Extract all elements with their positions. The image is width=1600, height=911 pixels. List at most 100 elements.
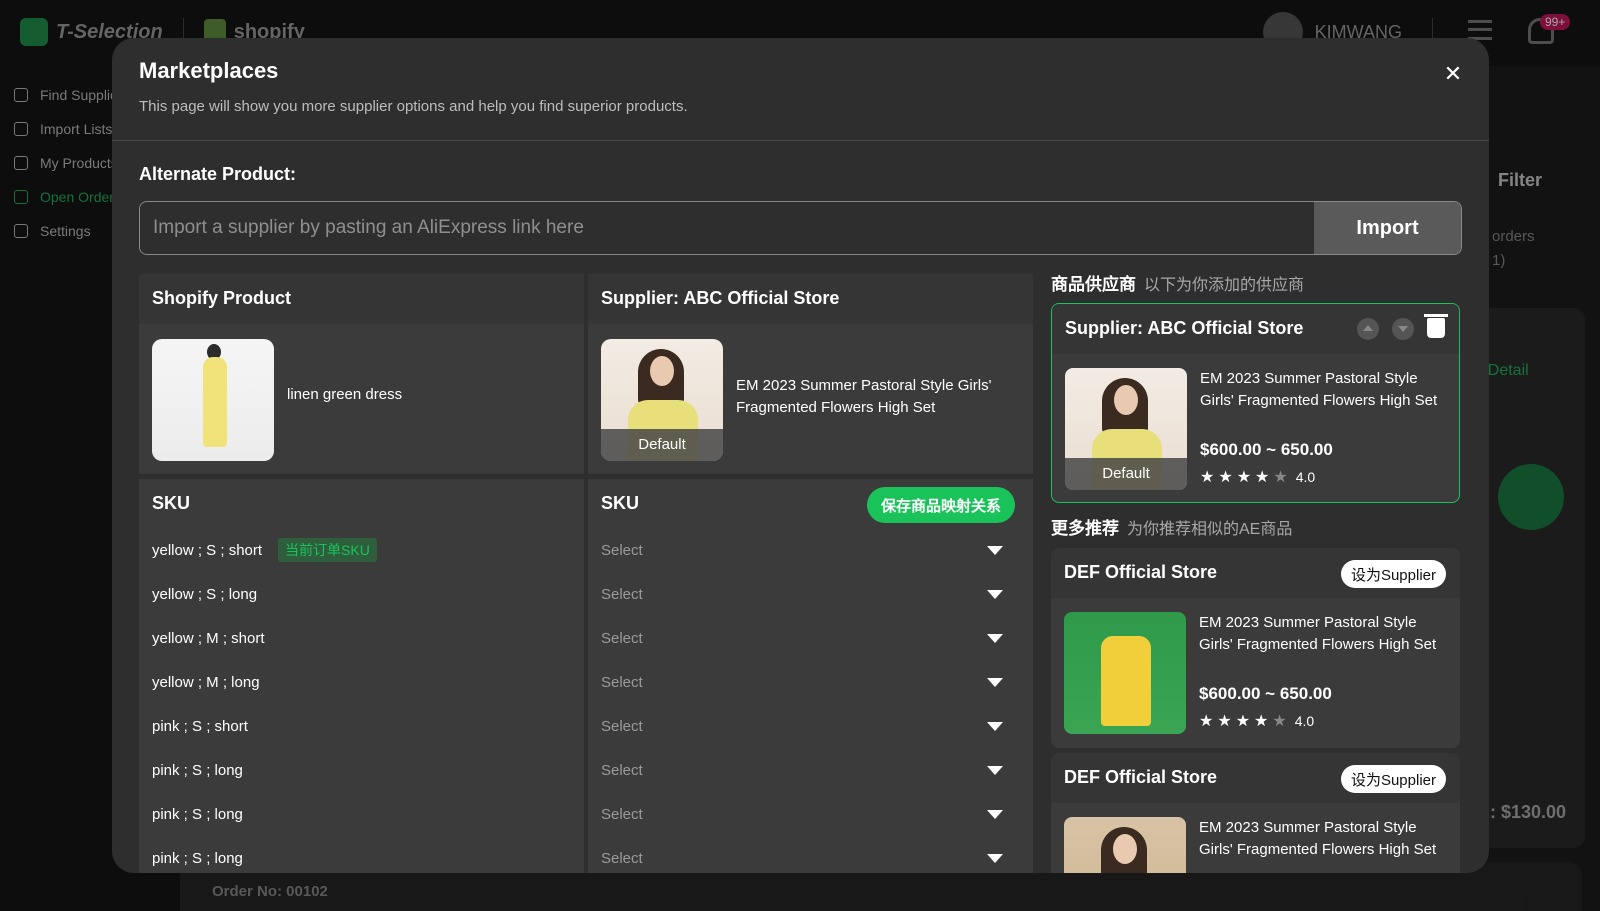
alternate-product-label: Alternate Product: bbox=[139, 164, 297, 184]
sku-select[interactable]: Select bbox=[601, 843, 1009, 873]
sku-label: pink ; S ; long bbox=[152, 761, 243, 779]
supplier-product-panel: Supplier: ABC Official Store Default EM … bbox=[588, 274, 1033, 474]
supplier-product-title: Supplier: ABC Official Store bbox=[588, 274, 1033, 324]
supplier-card-image: Default bbox=[1065, 368, 1187, 490]
trash-icon[interactable] bbox=[1424, 314, 1448, 338]
sku-heading: SKU bbox=[601, 493, 640, 513]
star-icon: ★ bbox=[1199, 713, 1214, 730]
star-icon: ★ bbox=[1236, 469, 1252, 486]
supplier-card-product: EM 2023 Summer Pastoral Style Girls' Fra… bbox=[1200, 370, 1438, 409]
caret-down-icon bbox=[987, 721, 1003, 731]
more-hint: 为你推荐相似的AE商品 bbox=[1127, 521, 1293, 538]
caret-down-icon bbox=[987, 677, 1003, 687]
star-icon: ★ bbox=[1218, 469, 1233, 486]
current-order-sku-badge: 当前订单SKU bbox=[278, 538, 377, 562]
aliexpress-link-input[interactable] bbox=[140, 202, 1314, 254]
shopify-product-name: linen green dress bbox=[287, 386, 403, 403]
caret-down-icon bbox=[987, 633, 1003, 643]
shopify-product-image bbox=[152, 339, 274, 461]
move-up-icon[interactable] bbox=[1357, 318, 1379, 340]
recommendation-card: DEF Official Store 设为Supplier EM 2023 Su… bbox=[1051, 753, 1460, 873]
select-placeholder: Select bbox=[601, 805, 643, 823]
supplier-product-image: Default bbox=[601, 339, 723, 461]
model-face bbox=[649, 356, 674, 387]
import-bar: Import bbox=[139, 201, 1462, 255]
sku-select[interactable]: Select bbox=[601, 799, 1009, 829]
sku-select[interactable]: Select bbox=[601, 623, 1009, 653]
caret-down-icon bbox=[987, 589, 1003, 599]
sku-select[interactable]: Select bbox=[601, 667, 1009, 697]
recommendation-image bbox=[1064, 612, 1186, 734]
modal-subtitle: This page will show you more supplier op… bbox=[139, 98, 688, 115]
shopify-sku-list: SKU yellow ; S ; short 当前订单SKU yellow ; … bbox=[139, 479, 584, 873]
star-empty-icon: ★ bbox=[1273, 469, 1288, 486]
sku-label: yellow ; M ; short bbox=[152, 629, 265, 647]
sku-row: pink ; S ; long bbox=[152, 799, 243, 829]
select-placeholder: Select bbox=[601, 629, 643, 647]
sku-row: pink ; S ; long bbox=[152, 755, 243, 785]
select-placeholder: Select bbox=[601, 585, 643, 603]
star-icon: ★ bbox=[1235, 713, 1251, 730]
star-empty-icon: ★ bbox=[1272, 713, 1287, 730]
star-icon: ★ bbox=[1200, 469, 1215, 486]
select-placeholder: Select bbox=[601, 849, 643, 867]
caret-down-icon bbox=[987, 545, 1003, 555]
recommendation-image bbox=[1064, 817, 1186, 873]
sku-label: yellow ; M ; long bbox=[152, 673, 260, 691]
sku-label: pink ; S ; long bbox=[152, 849, 243, 867]
recommendation-card: DEF Official Store 设为Supplier EM 2023 Su… bbox=[1051, 548, 1460, 748]
marketplaces-modal: Marketplaces This page will show you mor… bbox=[112, 38, 1489, 873]
set-as-supplier-button[interactable]: 设为Supplier bbox=[1340, 765, 1446, 793]
sku-select[interactable]: Select bbox=[601, 711, 1009, 741]
sku-row: yellow ; M ; short bbox=[152, 623, 265, 653]
sku-select[interactable]: Select bbox=[601, 579, 1009, 609]
select-placeholder: Select bbox=[601, 541, 643, 559]
supplier-card-price: $600.00 ~ 650.00 bbox=[1200, 440, 1333, 459]
modal-title: Marketplaces bbox=[139, 58, 279, 83]
caret-down-icon bbox=[987, 809, 1003, 819]
sku-heading: SKU bbox=[152, 493, 191, 513]
select-placeholder: Select bbox=[601, 717, 643, 735]
modal-header: Marketplaces This page will show you mor… bbox=[112, 38, 1489, 141]
sku-select[interactable]: Select bbox=[601, 755, 1009, 785]
model-outfit bbox=[203, 357, 228, 448]
close-icon[interactable]: ✕ bbox=[1439, 60, 1467, 88]
model-face bbox=[1113, 385, 1138, 416]
caret-down-icon bbox=[987, 765, 1003, 775]
star-icon: ★ bbox=[1217, 713, 1232, 730]
yellow-dress bbox=[1100, 636, 1151, 727]
sku-row: pink ; S ; short bbox=[152, 711, 248, 741]
save-mapping-button[interactable]: 保存商品映射关系 bbox=[866, 487, 1015, 523]
import-button[interactable]: Import bbox=[1314, 202, 1461, 254]
default-tag: Default bbox=[601, 429, 723, 461]
suppliers-section-label: 商品供应商 以下为你添加的供应商 bbox=[1051, 270, 1304, 295]
sku-row: yellow ; S ; long bbox=[152, 579, 257, 609]
shopify-product-panel: Shopify Product linen green dress bbox=[139, 274, 584, 474]
set-as-supplier-button[interactable]: 设为Supplier bbox=[1340, 560, 1446, 588]
rating-value: 4.0 bbox=[1294, 713, 1315, 729]
model-face bbox=[1112, 834, 1137, 865]
more-label: 更多推荐 bbox=[1051, 519, 1119, 538]
sku-label: yellow ; S ; short bbox=[152, 541, 263, 559]
suppliers-hint: 以下为你添加的供应商 bbox=[1144, 277, 1305, 294]
sku-row: yellow ; S ; short 当前订单SKU bbox=[152, 535, 377, 565]
supplier-card: Supplier: ABC Official Store Default EM … bbox=[1051, 303, 1460, 503]
default-tag: Default bbox=[1065, 458, 1187, 490]
recommendation-price: $600.00 ~ 650.00 bbox=[1199, 684, 1332, 703]
more-recommendations-label: 更多推荐 为你推荐相似的AE商品 bbox=[1051, 514, 1292, 539]
suppliers-label: 商品供应商 bbox=[1051, 275, 1136, 294]
select-placeholder: Select bbox=[601, 761, 643, 779]
star-icon: ★ bbox=[1255, 469, 1270, 486]
rating-stars: ★ ★ ★ ★ ★ 4.0 bbox=[1199, 711, 1314, 731]
sku-label: pink ; S ; short bbox=[152, 717, 248, 735]
supplier-product-name: EM 2023 Summer Pastoral Style Girls' Fra… bbox=[736, 377, 992, 416]
shopify-product-title: Shopify Product bbox=[139, 274, 584, 324]
move-down-icon[interactable] bbox=[1392, 318, 1414, 340]
caret-down-icon bbox=[987, 853, 1003, 863]
sku-row: pink ; S ; long bbox=[152, 843, 243, 873]
star-icon: ★ bbox=[1254, 713, 1269, 730]
rating-value: 4.0 bbox=[1295, 469, 1316, 485]
sku-label: pink ; S ; long bbox=[152, 805, 243, 823]
sku-select[interactable]: Select bbox=[601, 535, 1009, 565]
rating-stars: ★ ★ ★ ★ ★ 4.0 bbox=[1200, 467, 1315, 487]
